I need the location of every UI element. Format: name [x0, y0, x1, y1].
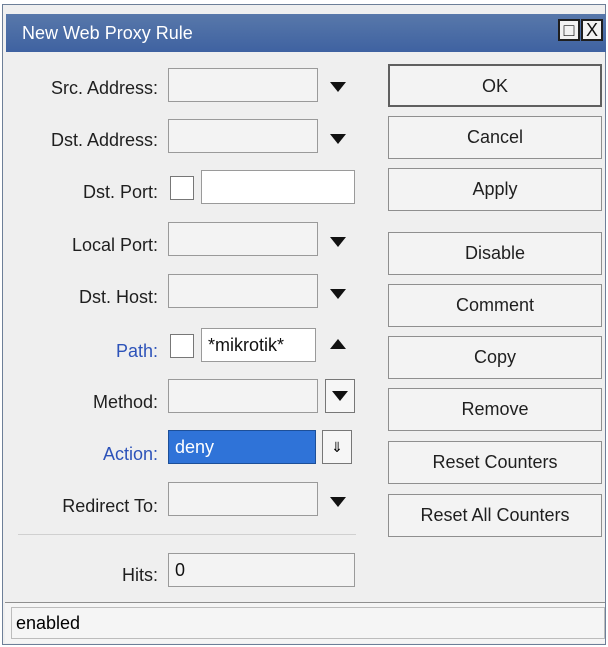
- action-field[interactable]: deny: [168, 430, 316, 464]
- maximize-icon: □: [563, 20, 575, 40]
- local-port-field[interactable]: [168, 222, 318, 256]
- ok-button[interactable]: OK: [388, 64, 602, 107]
- redirect-to-dropdown-icon[interactable]: [326, 490, 350, 514]
- src-address-dropdown-icon[interactable]: [326, 75, 350, 99]
- dst-port-label: Dst. Port:: [82, 182, 158, 202]
- action-list-arrow-icon[interactable]: ⇓: [322, 430, 352, 464]
- dst-address-dropdown-icon[interactable]: [326, 127, 350, 151]
- title-bar: New Web Proxy Rule □ X: [6, 14, 606, 52]
- status-text: enabled: [11, 607, 605, 639]
- close-icon: X: [585, 20, 598, 40]
- window-title: New Web Proxy Rule: [22, 23, 193, 43]
- dst-address-label: Dst. Address:: [50, 130, 158, 150]
- maximize-button[interactable]: □: [558, 19, 580, 41]
- remove-button[interactable]: Remove: [388, 388, 602, 431]
- status-bar: enabled: [5, 602, 605, 643]
- method-dropdown-icon[interactable]: [325, 379, 355, 413]
- comment-button[interactable]: Comment: [388, 284, 602, 327]
- dst-host-field[interactable]: [168, 274, 318, 308]
- src-address-label: Src. Address:: [50, 78, 158, 98]
- hits-field: 0: [168, 553, 355, 587]
- apply-button[interactable]: Apply: [388, 168, 602, 211]
- method-field[interactable]: [168, 379, 318, 413]
- reset-counters-button[interactable]: Reset Counters: [388, 441, 602, 484]
- dst-port-field[interactable]: [201, 170, 355, 204]
- hits-label: Hits:: [122, 565, 158, 585]
- reset-all-counters-button[interactable]: Reset All Counters: [388, 494, 602, 537]
- copy-button[interactable]: Copy: [388, 336, 602, 379]
- path-checkbox[interactable]: [170, 334, 194, 358]
- close-button[interactable]: X: [581, 19, 603, 41]
- path-label: Path:: [115, 341, 158, 361]
- disable-button[interactable]: Disable: [388, 232, 602, 275]
- path-collapse-icon[interactable]: [326, 332, 350, 356]
- method-label: Method:: [92, 392, 158, 412]
- redirect-to-field[interactable]: [168, 482, 318, 516]
- action-label: Action:: [102, 444, 158, 464]
- path-field[interactable]: *mikrotik*: [201, 328, 316, 362]
- cancel-button[interactable]: Cancel: [388, 116, 602, 159]
- dst-port-checkbox[interactable]: [170, 176, 194, 200]
- redirect-to-label: Redirect To:: [62, 496, 158, 516]
- form-separator: [18, 534, 356, 535]
- dst-address-field[interactable]: [168, 119, 318, 153]
- local-port-dropdown-icon[interactable]: [326, 230, 350, 254]
- dst-host-label: Dst. Host:: [78, 287, 158, 307]
- src-address-field[interactable]: [168, 68, 318, 102]
- local-port-label: Local Port:: [71, 235, 158, 255]
- dst-host-dropdown-icon[interactable]: [326, 282, 350, 306]
